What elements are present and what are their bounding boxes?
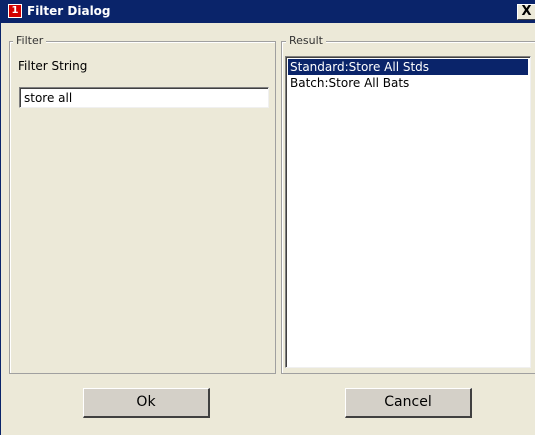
filter-string-label: Filter String (18, 59, 88, 73)
close-icon[interactable]: X (517, 4, 535, 20)
filter-group-label: Filter (13, 34, 47, 48)
title-bar[interactable]: 1 Filter Dialog X (1, 0, 535, 23)
filter-dialog-window: 1 Filter Dialog X Filter Filter String R… (0, 0, 535, 435)
window-title: Filter Dialog (27, 4, 111, 18)
cancel-button[interactable]: Cancel (345, 388, 472, 418)
app-icon: 1 (8, 4, 22, 18)
result-list-item[interactable]: Batch:Store All Bats (288, 75, 528, 91)
result-group-label: Result (286, 34, 326, 48)
result-list-item[interactable]: Standard:Store All Stds (288, 59, 528, 75)
result-list[interactable]: Standard:Store All Stds Batch:Store All … (285, 56, 531, 368)
filter-string-input[interactable] (19, 87, 269, 108)
ok-button[interactable]: Ok (83, 388, 210, 418)
